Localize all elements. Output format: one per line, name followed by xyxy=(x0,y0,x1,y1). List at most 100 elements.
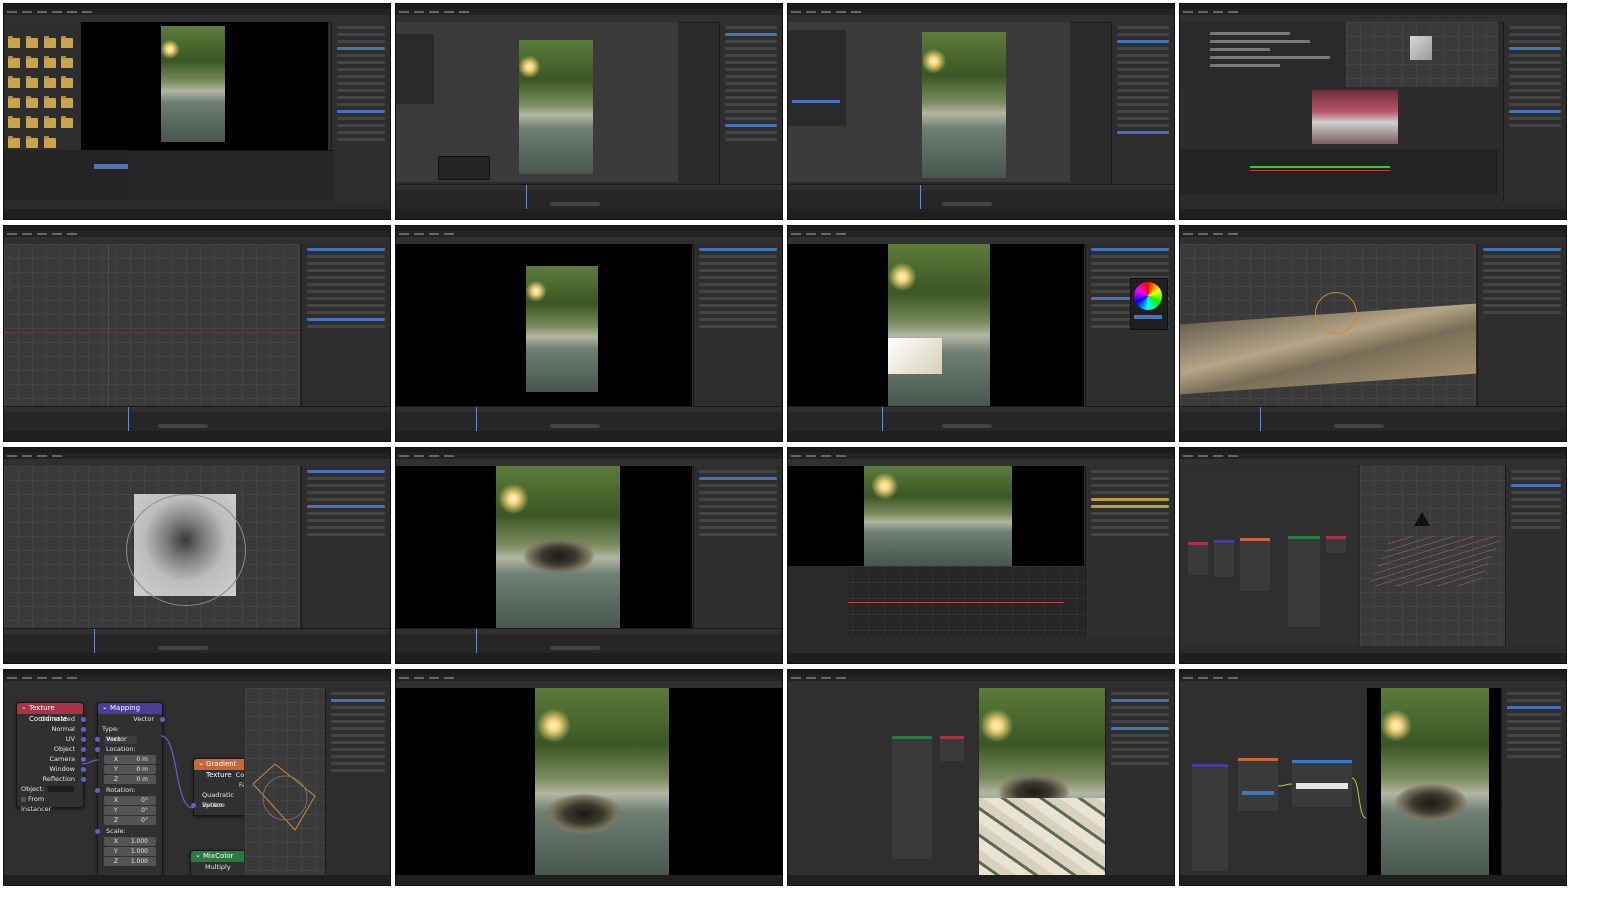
folder-icon[interactable] xyxy=(44,76,56,88)
patterned-plane-object[interactable] xyxy=(979,798,1105,876)
properties-panel[interactable] xyxy=(1085,466,1174,636)
timeline-panel[interactable] xyxy=(788,406,1174,431)
node-editor[interactable] xyxy=(788,688,978,876)
3d-viewport[interactable] xyxy=(979,688,1105,876)
image-editor[interactable] xyxy=(1180,88,1498,148)
object-picker-field[interactable] xyxy=(48,786,75,792)
playhead-icon[interactable] xyxy=(1260,407,1261,431)
from-instancer-checkbox[interactable] xyxy=(21,796,26,802)
folder-icon[interactable] xyxy=(26,136,38,148)
toolbar-side-panel[interactable] xyxy=(396,34,434,104)
3d-viewport[interactable] xyxy=(788,22,1070,182)
file-browser-panel[interactable] xyxy=(4,22,80,150)
timeline-panel[interactable] xyxy=(788,184,1174,209)
node-header[interactable]: Mapping xyxy=(98,702,162,714)
properties-panel[interactable] xyxy=(1111,22,1174,202)
timeline-panel[interactable] xyxy=(396,184,782,209)
folder-icon[interactable] xyxy=(44,36,56,48)
timeline-panel[interactable] xyxy=(396,628,782,653)
3d-viewport[interactable] xyxy=(396,688,782,876)
properties-panel[interactable] xyxy=(693,466,782,636)
playhead-icon[interactable] xyxy=(94,629,95,653)
playhead-icon[interactable] xyxy=(476,629,477,653)
scale-z-field[interactable]: Z 1.000 xyxy=(104,857,156,866)
node-editor[interactable] xyxy=(1180,688,1366,876)
graph-editor[interactable] xyxy=(1180,150,1498,194)
folder-icon[interactable] xyxy=(26,56,38,68)
blend-mode-dropdown[interactable]: Multiply xyxy=(205,863,231,871)
folder-icon[interactable] xyxy=(26,36,38,48)
node-editor[interactable]: Texture Coordinate Generated Normal UV O… xyxy=(4,688,244,876)
folder-icon[interactable] xyxy=(8,96,20,108)
folder-icon[interactable] xyxy=(8,136,20,148)
3d-viewport[interactable] xyxy=(396,466,692,630)
playhead-icon[interactable] xyxy=(920,185,921,209)
folder-icon[interactable] xyxy=(61,36,73,48)
3d-viewport[interactable] xyxy=(4,244,300,408)
3d-viewport[interactable] xyxy=(788,244,1084,408)
white-plane-object[interactable] xyxy=(888,338,942,374)
gradient-texture-node[interactable]: Gradient Texture Col Fa Quadratic Sphere… xyxy=(191,758,244,816)
popup-panel[interactable] xyxy=(438,156,490,180)
playhead-icon[interactable] xyxy=(882,407,883,431)
3d-viewport[interactable] xyxy=(788,466,1084,566)
location-y-field[interactable]: Y0 m xyxy=(104,765,156,774)
cube-object[interactable] xyxy=(1410,36,1432,60)
preview-viewport[interactable] xyxy=(81,22,328,150)
graph-editor[interactable] xyxy=(788,566,1084,636)
properties-panel[interactable] xyxy=(301,466,390,636)
3d-viewport[interactable] xyxy=(1180,244,1476,408)
timeline-panel[interactable] xyxy=(396,406,782,431)
playhead-icon[interactable] xyxy=(128,150,334,200)
folder-icon[interactable] xyxy=(8,56,20,68)
folder-icon[interactable] xyxy=(44,96,56,108)
mapping-node[interactable]: Mapping Vector Type: Point Vector Locati… xyxy=(95,702,165,876)
texture-coordinate-node[interactable]: Texture Coordinate Generated Normal UV O… xyxy=(16,702,86,813)
properties-panel[interactable] xyxy=(325,688,390,876)
camera-icon[interactable] xyxy=(1414,512,1430,526)
color-wheel-icon[interactable] xyxy=(1134,282,1162,310)
properties-panel[interactable] xyxy=(1501,688,1566,876)
mix-color-node[interactable]: MixColor Multiply xyxy=(190,850,244,876)
folder-icon[interactable] xyxy=(8,36,20,48)
folder-icon[interactable] xyxy=(26,76,38,88)
properties-panel[interactable] xyxy=(1477,244,1566,414)
color-picker-popup[interactable] xyxy=(1130,278,1168,330)
properties-panel[interactable] xyxy=(1505,466,1566,646)
sequencer-panel[interactable] xyxy=(4,150,334,200)
3d-viewport[interactable] xyxy=(396,244,692,408)
playhead-icon[interactable] xyxy=(128,407,129,431)
folder-icon[interactable] xyxy=(26,116,38,128)
scale-x-field[interactable]: X 1.000 xyxy=(104,837,156,846)
playhead-icon[interactable] xyxy=(526,185,527,209)
folder-icon[interactable] xyxy=(26,96,38,108)
folder-icon[interactable] xyxy=(61,76,73,88)
rotation-x-field[interactable]: X 0° xyxy=(104,796,156,805)
location-z-field[interactable]: Z0 m xyxy=(104,775,156,784)
folder-icon[interactable] xyxy=(61,116,73,128)
properties-panel[interactable] xyxy=(331,22,390,202)
node-editor[interactable] xyxy=(1180,466,1358,646)
location-x-field[interactable]: X0 m xyxy=(104,755,156,764)
scale-y-field[interactable]: Y 1.000 xyxy=(104,847,156,856)
properties-panel[interactable] xyxy=(1105,688,1174,876)
3d-viewport[interactable] xyxy=(1346,22,1498,87)
3d-viewport[interactable] xyxy=(1360,466,1506,646)
folder-icon[interactable] xyxy=(44,56,56,68)
dope-sheet-panel[interactable] xyxy=(1180,22,1345,87)
folder-icon[interactable] xyxy=(61,56,73,68)
folder-icon[interactable] xyxy=(44,116,56,128)
folder-icon[interactable] xyxy=(44,136,56,148)
properties-panel[interactable] xyxy=(301,244,390,414)
properties-panel[interactable] xyxy=(693,244,782,414)
3d-viewport[interactable] xyxy=(245,688,327,876)
3d-viewport[interactable] xyxy=(4,466,300,630)
3d-viewport[interactable] xyxy=(396,22,678,182)
node-header[interactable]: MixColor xyxy=(191,850,244,862)
folder-icon[interactable] xyxy=(8,76,20,88)
properties-panel[interactable] xyxy=(1503,22,1566,202)
rotation-y-field[interactable]: Y 0° xyxy=(104,806,156,815)
playhead-icon[interactable] xyxy=(476,407,477,431)
timeline-panel[interactable] xyxy=(4,406,390,431)
folder-icon[interactable] xyxy=(61,96,73,108)
